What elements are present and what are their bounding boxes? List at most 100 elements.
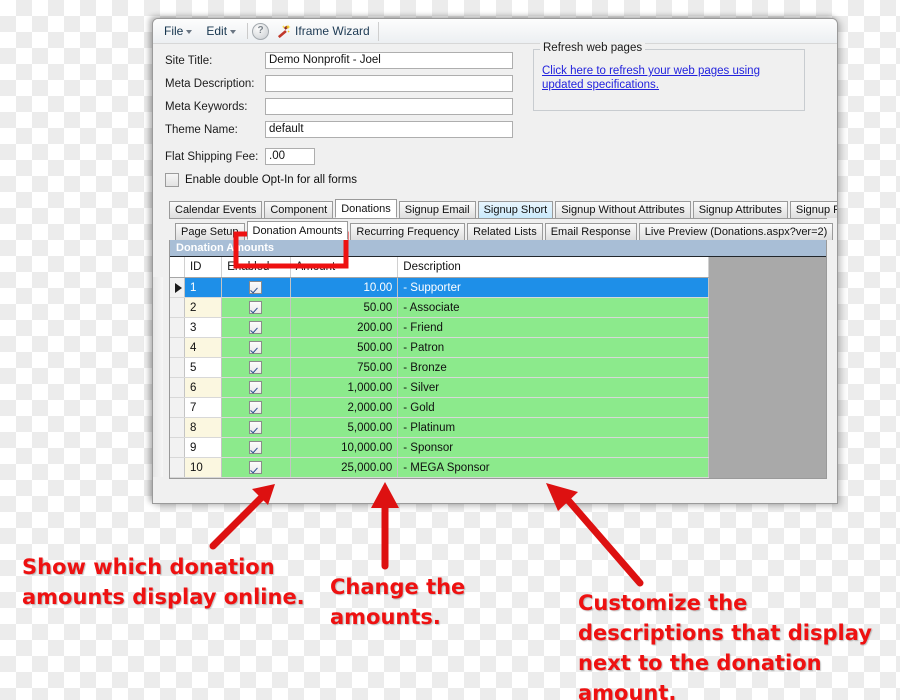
row-selector-cell[interactable] <box>170 417 186 438</box>
tab-calendar-events[interactable]: Calendar Events <box>169 201 263 218</box>
cell-enabled[interactable] <box>221 377 291 398</box>
cell-description[interactable]: - Supporter <box>397 277 709 298</box>
cell-id[interactable]: 5 <box>184 357 223 378</box>
enabled-checkbox[interactable] <box>249 281 263 294</box>
cell-enabled[interactable] <box>221 357 291 378</box>
table-row[interactable]: 7 2,000.00- Gold <box>170 397 709 418</box>
cell-amount[interactable]: 10.00 <box>290 277 399 298</box>
row-selector-cell[interactable] <box>170 357 186 378</box>
cell-id[interactable]: 10 <box>184 457 223 478</box>
row-selector-cell[interactable] <box>170 337 186 358</box>
cell-description[interactable]: - Patron <box>397 337 709 358</box>
cell-amount[interactable]: 1,000.00 <box>290 377 399 398</box>
table-row[interactable]: 8 5,000.00- Platinum <box>170 417 709 438</box>
table-row[interactable]: 1 10.00- Supporter <box>170 277 709 298</box>
table-row[interactable]: 4 500.00- Patron <box>170 337 709 358</box>
cell-amount[interactable]: 2,000.00 <box>290 397 399 418</box>
double-optin-checkbox[interactable] <box>165 173 179 187</box>
cell-enabled[interactable] <box>221 397 291 418</box>
row-selector-cell[interactable] <box>170 297 186 318</box>
tab-live-preview[interactable]: Live Preview (Donations.aspx?ver=2) <box>638 223 834 240</box>
tab-recurring-frequency[interactable]: Recurring Frequency <box>350 223 466 240</box>
table-row[interactable]: 5 750.00- Bronze <box>170 357 709 378</box>
table-row[interactable]: 3 200.00- Friend <box>170 317 709 338</box>
cell-id[interactable]: 3 <box>184 317 223 338</box>
cell-enabled[interactable] <box>221 457 291 478</box>
tab-signup-attributes[interactable]: Signup Attributes <box>692 201 788 218</box>
enabled-checkbox[interactable] <box>249 421 263 434</box>
meta-keywords-input[interactable] <box>265 98 513 115</box>
enabled-checkbox[interactable] <box>249 461 263 474</box>
cell-enabled[interactable] <box>221 297 291 318</box>
row-selector-cell[interactable] <box>170 437 186 458</box>
column-header-id[interactable]: ID <box>184 257 223 278</box>
flat-shipping-fee-input[interactable] <box>265 148 315 165</box>
double-optin-row[interactable]: Enable double Opt-In for all forms <box>165 173 827 187</box>
cell-amount[interactable]: 50.00 <box>290 297 399 318</box>
cell-description[interactable]: - Bronze <box>397 357 709 378</box>
cell-amount[interactable]: 10,000.00 <box>290 437 399 458</box>
cell-enabled[interactable] <box>221 277 291 298</box>
cell-id[interactable]: 6 <box>184 377 223 398</box>
cell-amount[interactable]: 200.00 <box>290 317 399 338</box>
tab-email-response[interactable]: Email Response <box>544 223 637 240</box>
cell-id[interactable]: 4 <box>184 337 223 358</box>
cell-description[interactable]: - Sponsor <box>397 437 709 458</box>
row-selector-cell[interactable] <box>170 377 186 398</box>
menu-edit[interactable]: Edit <box>199 22 243 40</box>
row-selector-cell[interactable] <box>170 277 186 298</box>
enabled-checkbox[interactable] <box>249 401 263 414</box>
cell-description[interactable]: - Silver <box>397 377 709 398</box>
table-row[interactable]: 9 10,000.00- Sponsor <box>170 437 709 458</box>
enabled-checkbox[interactable] <box>249 301 263 314</box>
iframe-wizard-button[interactable]: Iframe Wizard <box>272 21 379 41</box>
table-row[interactable]: 10 25,000.00- MEGA Sponsor <box>170 457 709 478</box>
tab-donation-amounts[interactable]: Donation Amounts <box>246 221 349 240</box>
cell-amount[interactable]: 25,000.00 <box>290 457 399 478</box>
tab-donations[interactable]: Donations <box>335 199 397 218</box>
theme-name-input[interactable] <box>265 121 513 138</box>
cell-id[interactable]: 1 <box>184 277 223 298</box>
column-header-amount[interactable]: Amount <box>290 257 399 278</box>
row-selector-cell[interactable] <box>170 397 186 418</box>
enabled-checkbox[interactable] <box>249 361 263 374</box>
help-circle-icon[interactable]: ? <box>252 22 270 40</box>
enabled-checkbox[interactable] <box>249 341 263 354</box>
cell-id[interactable]: 8 <box>184 417 223 438</box>
cell-description[interactable]: - Platinum <box>397 417 709 438</box>
left-scroll-sliver[interactable] <box>153 277 163 477</box>
cell-description[interactable]: - MEGA Sponsor <box>397 457 709 478</box>
column-header-enabled[interactable]: Enabled <box>221 257 291 278</box>
row-selector-cell[interactable] <box>170 317 186 338</box>
cell-amount[interactable]: 5,000.00 <box>290 417 399 438</box>
table-row[interactable]: 6 1,000.00- Silver <box>170 377 709 398</box>
tab-signup-without-attributes[interactable]: Signup Without Attributes <box>555 201 691 218</box>
table-row[interactable]: 2 50.00- Associate <box>170 297 709 318</box>
cell-description[interactable]: - Friend <box>397 317 709 338</box>
cell-amount[interactable]: 500.00 <box>290 337 399 358</box>
enabled-checkbox[interactable] <box>249 321 263 334</box>
tab-page-setup[interactable]: Page Setup <box>175 223 245 240</box>
cell-enabled[interactable] <box>221 437 291 458</box>
row-selector-cell[interactable] <box>170 457 186 478</box>
tab-related-lists[interactable]: Related Lists <box>467 223 543 240</box>
meta-description-input[interactable] <box>265 75 513 92</box>
cell-id[interactable]: 2 <box>184 297 223 318</box>
enabled-checkbox[interactable] <box>249 441 263 454</box>
tab-component[interactable]: Component <box>264 201 334 218</box>
tab-signup-short[interactable]: Signup Short <box>477 201 554 218</box>
cell-enabled[interactable] <box>221 417 291 438</box>
enabled-checkbox[interactable] <box>249 381 263 394</box>
tab-signup-post[interactable]: Signup Post <box>789 201 837 218</box>
menu-file[interactable]: File <box>157 22 199 40</box>
donation-amounts-grid[interactable]: ID Enabled Amount Description 1 10.00- Su… <box>170 257 709 478</box>
cell-amount[interactable]: 750.00 <box>290 357 399 378</box>
cell-description[interactable]: - Gold <box>397 397 709 418</box>
cell-description[interactable]: - Associate <box>397 297 709 318</box>
site-title-input[interactable] <box>265 52 513 69</box>
cell-enabled[interactable] <box>221 317 291 338</box>
refresh-web-pages-link[interactable]: Click here to refresh your web pages usi… <box>542 64 786 92</box>
tab-signup-email[interactable]: Signup Email <box>398 201 476 218</box>
column-header-description[interactable]: Description <box>397 257 709 278</box>
cell-id[interactable]: 7 <box>184 397 223 418</box>
